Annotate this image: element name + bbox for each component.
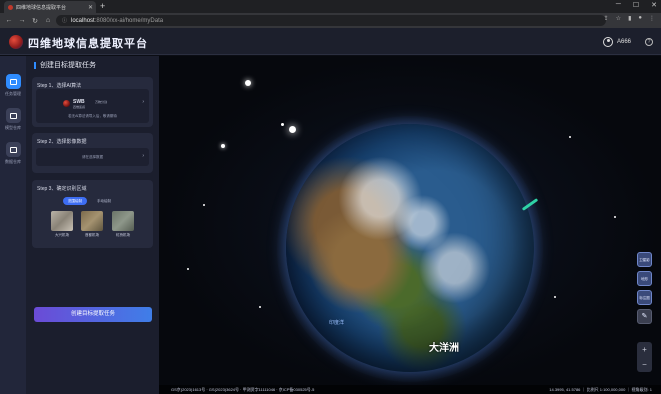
- layer-satellite-button[interactable]: 卫星影像: [637, 252, 652, 267]
- model-logo-icon: [63, 100, 70, 107]
- layer-label-button[interactable]: 标注图层: [637, 290, 652, 305]
- mode-manual-draw-button[interactable]: 手动绘制: [92, 197, 116, 205]
- map-status-bar: GS京(2023)1613号 · GS(2023)3624号 · 甲测资字111…: [159, 385, 661, 394]
- user-menu[interactable]: A666: [602, 37, 631, 47]
- model-select[interactable]: SWB 万物分割 四维遥感 › 若无AI算法请导入后，敬请期待: [36, 89, 149, 123]
- map-label-ocean: 大洋洲: [429, 343, 459, 354]
- model-tag: 万物分割: [95, 100, 108, 104]
- forward-arrow-icon[interactable]: →: [18, 17, 26, 24]
- step1-card: Step 1、选择AI算法 SWB 万物分割 四维遥感 › 若无AI算法请导入后…: [32, 77, 153, 127]
- tab-favicon-icon: [8, 4, 13, 10]
- new-tab-button[interactable]: +: [100, 1, 105, 11]
- left-rail: 任务管理 模型仓库 数据仓库: [0, 56, 26, 394]
- chevron-right-icon: ›: [142, 99, 144, 105]
- globe-map[interactable]: 印度洋 大洋洲 卫星影像 地形 标注图层 ✎ + − GS京(2023)1613…: [159, 56, 661, 394]
- help-icon[interactable]: ?: [645, 38, 653, 46]
- image-data-select[interactable]: 请在选择数据 ›: [36, 148, 149, 166]
- url-host: localhost: [71, 17, 95, 24]
- rail-item-label: 模型仓库: [5, 125, 21, 130]
- star: [187, 268, 189, 270]
- rail-item-task-management[interactable]: 任务管理: [0, 74, 26, 100]
- tab-close-icon[interactable]: ✕: [88, 4, 93, 11]
- side-panel-icon[interactable]: ▮: [628, 15, 631, 22]
- bookmark-star-icon[interactable]: ☆: [616, 15, 621, 22]
- zoom-control: + −: [637, 342, 652, 372]
- reload-icon[interactable]: ↻: [31, 17, 39, 25]
- step2-label: Step 2、选择影像数据: [37, 139, 87, 145]
- rail-item-label: 任务管理: [5, 91, 21, 96]
- zoom-in-button[interactable]: +: [637, 342, 652, 357]
- app-logo: [9, 35, 23, 49]
- star: [245, 80, 251, 86]
- map-label-sea: 印度洋: [329, 320, 345, 326]
- star: [614, 216, 616, 218]
- rail-item-model-repo[interactable]: 模型仓库: [0, 108, 26, 134]
- star: [259, 306, 261, 308]
- profile-icon[interactable]: ●: [638, 15, 642, 22]
- address-bar-row: ← → ↻ ⌂ ⓘ localhost :8080/xx-ai/home/myD…: [0, 13, 661, 28]
- sample-label: 大兴机场: [55, 233, 69, 237]
- app-header: 四维地球信息提取平台 A666 ?: [0, 28, 661, 55]
- database-icon: [5, 142, 21, 157]
- earth-globe[interactable]: [286, 124, 534, 372]
- step2-card: Step 2、选择影像数据 请在选择数据 ›: [32, 133, 153, 173]
- image-data-placeholder: 请在选择数据: [82, 155, 103, 159]
- model-subtitle: 四维遥感: [73, 105, 86, 109]
- step1-label: Step 1、选择AI算法: [37, 83, 82, 89]
- chevron-right-icon: ›: [142, 153, 144, 159]
- sample-thumb-hongqiao[interactable]: [112, 211, 134, 231]
- maximize-button[interactable]: ☐: [633, 1, 639, 9]
- measure-ruler-icon[interactable]: ✎: [637, 309, 652, 324]
- back-arrow-icon[interactable]: ←: [5, 17, 13, 24]
- map-tool-stack: 卫星影像 地形 标注图层 ✎: [637, 252, 652, 328]
- step3-label: Step 3、确定识别区域: [37, 186, 87, 192]
- username: A666: [616, 39, 631, 45]
- minimize-button[interactable]: ─: [616, 1, 621, 9]
- avatar-icon: [602, 37, 613, 47]
- star: [554, 296, 556, 298]
- sample-thumb-capital[interactable]: [81, 211, 103, 231]
- share-icon[interactable]: ⇪: [604, 15, 609, 22]
- browser-actions: ⇪ ☆ ▮ ● ⋮: [604, 15, 655, 22]
- browser-tab-bar: 四维地球信息提取平台 ✕ + ─ ☐ ✕: [0, 0, 661, 13]
- model-hint: 若无AI算法请导入后，敬请期待: [68, 114, 117, 118]
- map-copyright: GS京(2023)1613号 · GS(2023)3624号 · 甲测资字111…: [171, 387, 315, 392]
- browser-tab[interactable]: 四维地球信息提取平台 ✕: [4, 1, 96, 13]
- sample-thumb-daxing[interactable]: [51, 211, 73, 231]
- window-controls: ─ ☐ ✕: [616, 1, 657, 9]
- sample-label: 虹桥机场: [116, 233, 130, 237]
- step3-card: Step 3、确定识别区域 范围绘制 手动绘制 大兴机场 首都机场 虹桥机场: [32, 180, 153, 248]
- sample-label: 首都机场: [85, 233, 99, 237]
- url-path: :8080/xx-ai/home/myData: [94, 17, 164, 24]
- task-panel: 创建目标提取任务 Step 1、选择AI算法 SWB 万物分割 四维遥感 › 若…: [26, 56, 159, 394]
- layer-terrain-button[interactable]: 地形: [637, 271, 652, 286]
- menu-kebab-icon[interactable]: ⋮: [649, 15, 655, 22]
- site-info-icon[interactable]: ⓘ: [62, 17, 67, 24]
- url-field[interactable]: ⓘ localhost :8080/xx-ai/home/myData: [56, 15, 606, 26]
- tab-title: 四维地球信息提取平台: [16, 4, 67, 11]
- mode-range-draw-button[interactable]: 范围绘制: [63, 197, 87, 205]
- star: [221, 144, 225, 148]
- star: [203, 204, 205, 206]
- panel-title: 创建目标提取任务: [34, 62, 96, 69]
- star: [569, 136, 571, 138]
- app-title: 四维地球信息提取平台: [28, 38, 148, 50]
- rail-item-label: 数据仓库: [5, 159, 21, 164]
- rail-item-data-repo[interactable]: 数据仓库: [0, 142, 26, 168]
- star: [289, 126, 296, 133]
- zoom-out-button[interactable]: −: [637, 357, 652, 372]
- close-window-button[interactable]: ✕: [651, 1, 657, 9]
- star: [281, 123, 284, 126]
- map-coordinates: 14.3995, 41.5786 ｜ 比例尺 1:100,000,000 ｜ 视…: [549, 387, 652, 392]
- create-task-button[interactable]: 创建目标提取任务: [34, 307, 152, 322]
- home-icon[interactable]: ⌂: [44, 17, 52, 24]
- model-icon: [5, 108, 21, 123]
- task-icon: [5, 74, 21, 89]
